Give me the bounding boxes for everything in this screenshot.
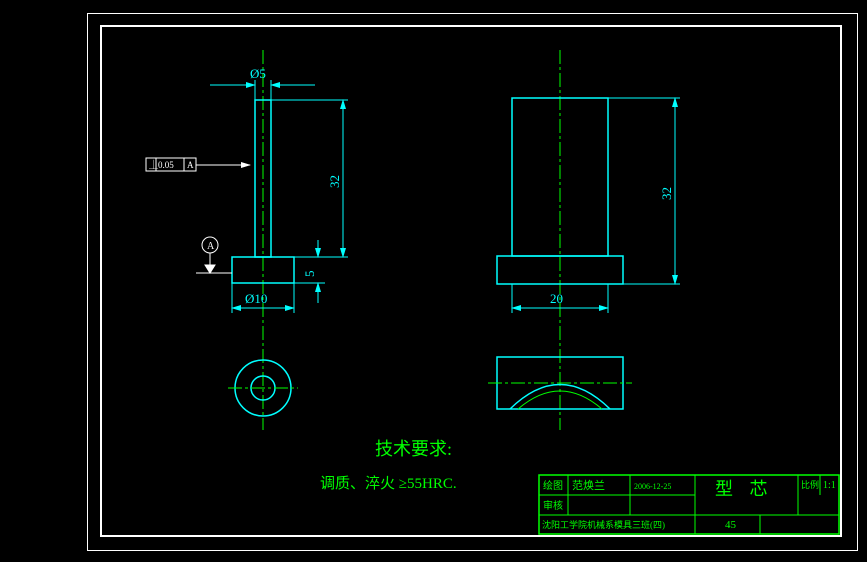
dim-height-32-right: 32: [659, 187, 674, 200]
cad-canvas[interactable]: Ø5 Ø10 32 5 ⏊ 0.05 A A: [0, 0, 867, 562]
dim-height-5: 5: [302, 271, 317, 278]
drawn-by: 范焕兰: [572, 478, 605, 492]
svg-text:A: A: [187, 160, 194, 170]
datum-a: A: [196, 237, 232, 273]
svg-text:绘图: 绘图: [543, 479, 563, 492]
svg-text:0.05: 0.05: [158, 160, 174, 170]
svg-text:审核: 审核: [543, 499, 563, 512]
svg-text:比例: 比例: [801, 479, 819, 490]
drawing-number: 45: [725, 519, 737, 531]
dim-dia-top: Ø5: [250, 66, 266, 81]
svg-text:A: A: [207, 241, 215, 252]
tech-req-title: 技术要求:: [375, 439, 452, 459]
part-name: 型 芯: [715, 479, 774, 499]
svg-text:⏊: ⏊: [149, 159, 158, 170]
scale: 1:1: [823, 480, 836, 491]
school: 沈阳工学院机械系模具三班(四): [542, 519, 665, 530]
date: 2006-12-25: [634, 482, 671, 491]
drawing-svg: Ø5 Ø10 32 5 ⏊ 0.05 A A: [100, 25, 842, 537]
dim-dia-bottom: Ø10: [245, 291, 267, 306]
tech-req-line1: 调质、淬火 ≥55HRC.: [320, 475, 457, 492]
title-block: 绘图 范焕兰 2006-12-25 型 芯 比例 1:1 审核 沈阳工学院机械系…: [539, 475, 839, 534]
tolerance-frame: ⏊ 0.05 A: [146, 158, 250, 171]
dim-height-32-left: 32: [327, 175, 342, 188]
dim-width-20: 20: [550, 291, 563, 306]
